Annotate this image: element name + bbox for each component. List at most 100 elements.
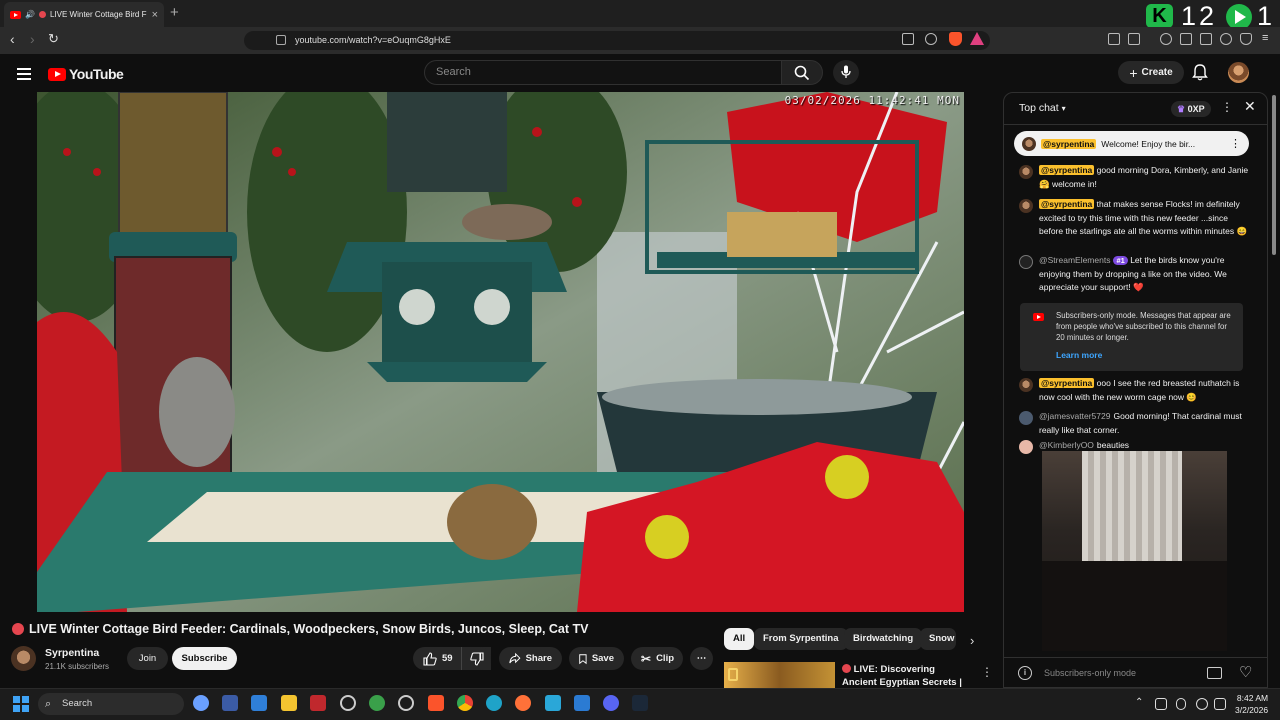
microphone-tray-icon[interactable] [1176,698,1186,710]
back-icon[interactable]: ‹ [10,31,15,47]
chip-all[interactable]: All [724,628,755,650]
menu-icon[interactable]: ≡ [1262,32,1268,44]
pinned-message[interactable]: @syrpentina Welcome! Enjoy the bir... ⋮ [1014,131,1249,156]
new-tab-button[interactable]: + [170,4,179,21]
hamburger-menu-icon[interactable] [17,68,31,83]
sidebar-icon[interactable] [1180,33,1192,45]
pinned-text: Welcome! Enjoy the bir... [1101,138,1196,149]
more-vertical-icon[interactable]: ⋮ [981,665,993,679]
more-actions-button[interactable]: ⋯ [690,647,713,670]
notifications-bell-icon[interactable] [1192,64,1208,81]
brave-browser-icon[interactable] [428,695,444,711]
youtube-favicon-icon [10,10,21,19]
firefox-icon[interactable] [515,695,531,711]
tab-search-icon[interactable] [1200,33,1212,45]
url-field[interactable]: youtube.com/watch?v=eOuqmG8gHxE [244,31,990,50]
tray-icon[interactable] [1155,698,1167,710]
learn-more-link[interactable]: Learn more [1056,350,1235,361]
microphone-icon [841,65,851,78]
taskbar-search-label: Search [62,698,93,709]
reload-icon[interactable]: ↻ [48,31,59,47]
message-author[interactable]: @jamesvatter5729 [1039,411,1110,421]
app-icon[interactable] [369,695,385,711]
save-button[interactable]: Save [569,647,624,670]
browser-tab-strip [0,0,1280,27]
message-author[interactable]: @KimberlyOO [1039,440,1094,450]
cast-icon[interactable] [902,33,914,45]
chat-input[interactable]: Subscribers-only mode [1044,668,1136,678]
network-icon[interactable] [1196,698,1208,710]
create-button[interactable]: + Create [1118,61,1184,84]
clip-button[interactable]: ✂ Clip [631,647,683,670]
app-icon[interactable] [251,695,267,711]
tab-title: LIVE Winter Cottage Bird F [49,10,147,19]
search-button[interactable] [781,60,823,85]
leo-icon[interactable] [1220,33,1232,45]
logo-text: YouTube [69,66,124,82]
account-avatar[interactable] [1228,62,1249,83]
dislike-button[interactable] [461,647,491,670]
brave-shield-icon[interactable] [949,32,962,46]
pinned-options-icon[interactable]: ⋮ [1230,137,1241,150]
chat-mode-dropdown[interactable]: Top chat ▾ [1019,102,1066,114]
subscribers-only-notice: Subscribers-only mode. Messages that app… [1020,303,1243,371]
steam-icon[interactable] [632,695,648,711]
share-page-icon[interactable] [925,33,937,45]
chip-from-channel[interactable]: From Syrpentina [754,628,848,650]
app-icon[interactable] [398,695,414,711]
chip-birdwatching[interactable]: Birdwatching [844,628,923,650]
chevron-down-icon: ▾ [1061,104,1066,113]
channel-avatar[interactable] [11,646,36,671]
edge-icon[interactable] [486,695,502,711]
windows-start-icon[interactable] [13,696,29,712]
thumbs-down-icon [469,651,484,666]
chip-snow[interactable]: Snow [920,628,956,650]
heart-icon[interactable]: ♡ [1239,663,1252,681]
tab-close-icon[interactable]: × [152,9,158,21]
app-icon[interactable] [545,695,561,711]
wallet-icon[interactable] [1128,33,1140,45]
widgets-icon[interactable] [193,695,209,711]
voice-search-button[interactable] [833,60,859,85]
subscribe-button[interactable]: Subscribe [172,647,237,670]
close-chat-icon[interactable]: ✕ [1244,98,1256,115]
live-chat-panel: Top chat ▾ ♛ 0XP ⋮ ✕ @syrpentina Welcome… [1003,92,1268,688]
notice-text: Subscribers-only mode. Messages that app… [1056,311,1231,342]
taskbar-clock[interactable]: 8:42 AM 3/2/2026 [1235,692,1268,716]
volume-icon[interactable] [1214,698,1226,710]
taskbar-search[interactable]: ⌕ Search [38,693,184,715]
extensions-icon[interactable] [1108,33,1120,45]
discord-icon[interactable] [603,695,619,711]
super-chat-icon[interactable] [1207,667,1222,679]
app-icon[interactable] [340,695,356,711]
browser-tab[interactable]: 🔊 LIVE Winter Cottage Bird F × [4,2,164,27]
site-info-icon[interactable] [276,35,286,45]
chrome-icon[interactable] [457,695,473,711]
live-indicator-icon [842,664,851,673]
youtube-logo[interactable]: YouTube [48,66,124,82]
app-icon[interactable] [222,695,238,711]
search-input[interactable]: Search [424,60,782,85]
vscode-icon[interactable] [574,695,590,711]
chat-options-icon[interactable]: ⋮ [1221,100,1233,114]
xp-points-badge[interactable]: ♛ 0XP [1171,101,1211,117]
scrollbar-thumb[interactable] [1272,95,1276,255]
media-icon[interactable] [1160,33,1172,45]
file-explorer-icon[interactable] [281,695,297,711]
vpn-shield-icon[interactable] [1240,33,1252,45]
chevron-up-icon[interactable]: ⌃ [1135,697,1143,708]
share-button[interactable]: Share [499,647,562,670]
message-author[interactable]: @StreamElements [1039,255,1110,265]
info-icon[interactable]: i [1018,666,1032,680]
subscriber-count: 21.1K subscribers [45,662,110,671]
create-label: Create [1141,67,1173,78]
stream-elements-avatar [1019,255,1033,269]
recommendation-thumbnail[interactable] [724,662,835,688]
speaker-icon[interactable]: 🔊 [25,10,35,19]
forward-icon[interactable]: › [30,31,35,47]
app-icon[interactable] [310,695,326,711]
channel-name[interactable]: Syrpentina [45,647,99,659]
video-player[interactable]: 03/02/2026 11:42:41 MON [37,92,964,612]
chevron-right-icon[interactable]: › [970,633,974,648]
join-button[interactable]: Join [127,647,168,670]
